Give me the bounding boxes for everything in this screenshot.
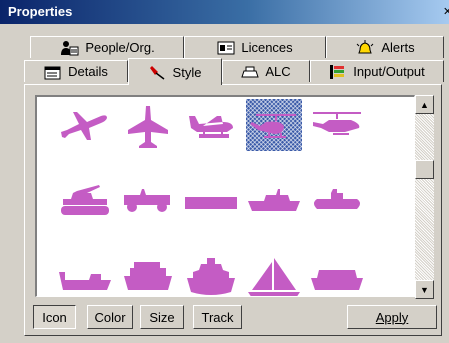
gallery-cell[interactable]: [309, 176, 365, 228]
tab-label: Style: [172, 64, 202, 80]
size-button[interactable]: Size: [140, 305, 184, 329]
gallery-cell[interactable]: [183, 99, 239, 151]
sailboat-icon: [248, 258, 300, 296]
liner-icon: [311, 270, 363, 290]
tab-label: Input/Output: [353, 64, 425, 79]
title-bar: Properties ✕: [0, 0, 449, 24]
gallery-cell[interactable]: [57, 99, 113, 151]
gallery-cell[interactable]: [246, 176, 302, 228]
jeep-icon: [124, 189, 170, 212]
gallery-cell[interactable]: [246, 99, 302, 151]
alert-icon: [357, 39, 374, 53]
details-icon: [44, 66, 61, 79]
scroll-up-button[interactable]: ▲: [415, 95, 434, 114]
track-button[interactable]: Track: [193, 305, 242, 329]
tab-licences[interactable]: Licences: [184, 36, 326, 58]
fighter-jet-icon: [128, 106, 168, 148]
gallery-cell[interactable]: [57, 176, 113, 228]
tab-alerts[interactable]: Alerts: [326, 36, 444, 58]
licence-icon: [217, 41, 235, 54]
icon-gallery: [35, 95, 415, 297]
cruise-ship-icon: [187, 258, 235, 295]
tab-label: Licences: [241, 40, 293, 55]
airliner-icon: [61, 112, 107, 140]
tab-people-org[interactable]: People/Org.: [30, 36, 184, 58]
tab-alc[interactable]: ALC: [222, 60, 310, 82]
properties-window: Properties ✕ People/Org. Licences Alerts…: [0, 0, 449, 343]
pin-icon: [149, 66, 164, 80]
gallery-scrollbar[interactable]: ▲ ▼: [415, 95, 434, 299]
gallery-cell[interactable]: [120, 99, 176, 151]
apply-button[interactable]: Apply: [347, 305, 437, 329]
seaplane-icon: [189, 116, 233, 138]
gallery-cell[interactable]: [246, 253, 302, 296]
helicopter-icon: [250, 114, 296, 138]
gallery-cell[interactable]: [120, 176, 176, 228]
tab-details[interactable]: Details: [24, 60, 128, 82]
cargo-ship-icon: [59, 272, 111, 290]
color-button[interactable]: Color: [87, 305, 133, 329]
attack-helicopter-icon: [313, 112, 361, 135]
apply-label: Apply: [375, 309, 409, 325]
gallery-cell[interactable]: [183, 176, 239, 228]
submarine-icon: [314, 189, 360, 209]
tab-label: Alerts: [381, 40, 415, 55]
tab-style[interactable]: Style: [128, 58, 222, 85]
printer-icon: [241, 66, 260, 77]
barge-icon: [185, 197, 237, 209]
tab-label: ALC: [265, 64, 291, 79]
window-title: Properties: [8, 4, 73, 19]
ferry-icon: [124, 262, 172, 290]
gallery-cell[interactable]: [309, 253, 365, 296]
tank-icon: [61, 185, 109, 215]
tab-label: Details: [68, 64, 108, 79]
people-icon: [61, 40, 79, 55]
io-icon: [330, 64, 345, 79]
scroll-down-button[interactable]: ▼: [415, 280, 434, 299]
tab-input-output[interactable]: Input/Output: [310, 60, 444, 82]
icon-button[interactable]: Icon: [33, 305, 76, 329]
tab-label: People/Org.: [85, 40, 155, 55]
gallery-cell[interactable]: [183, 253, 239, 296]
arrow-down-icon: ▼: [420, 284, 429, 295]
gallery-cell[interactable]: [57, 253, 113, 296]
gallery-cell[interactable]: [120, 253, 176, 296]
scroll-thumb[interactable]: [415, 160, 434, 179]
patrol-boat-icon: [248, 189, 300, 211]
gallery-cell[interactable]: [309, 99, 365, 151]
close-icon[interactable]: ✕: [443, 6, 449, 18]
arrow-up-icon: ▲: [420, 99, 429, 110]
